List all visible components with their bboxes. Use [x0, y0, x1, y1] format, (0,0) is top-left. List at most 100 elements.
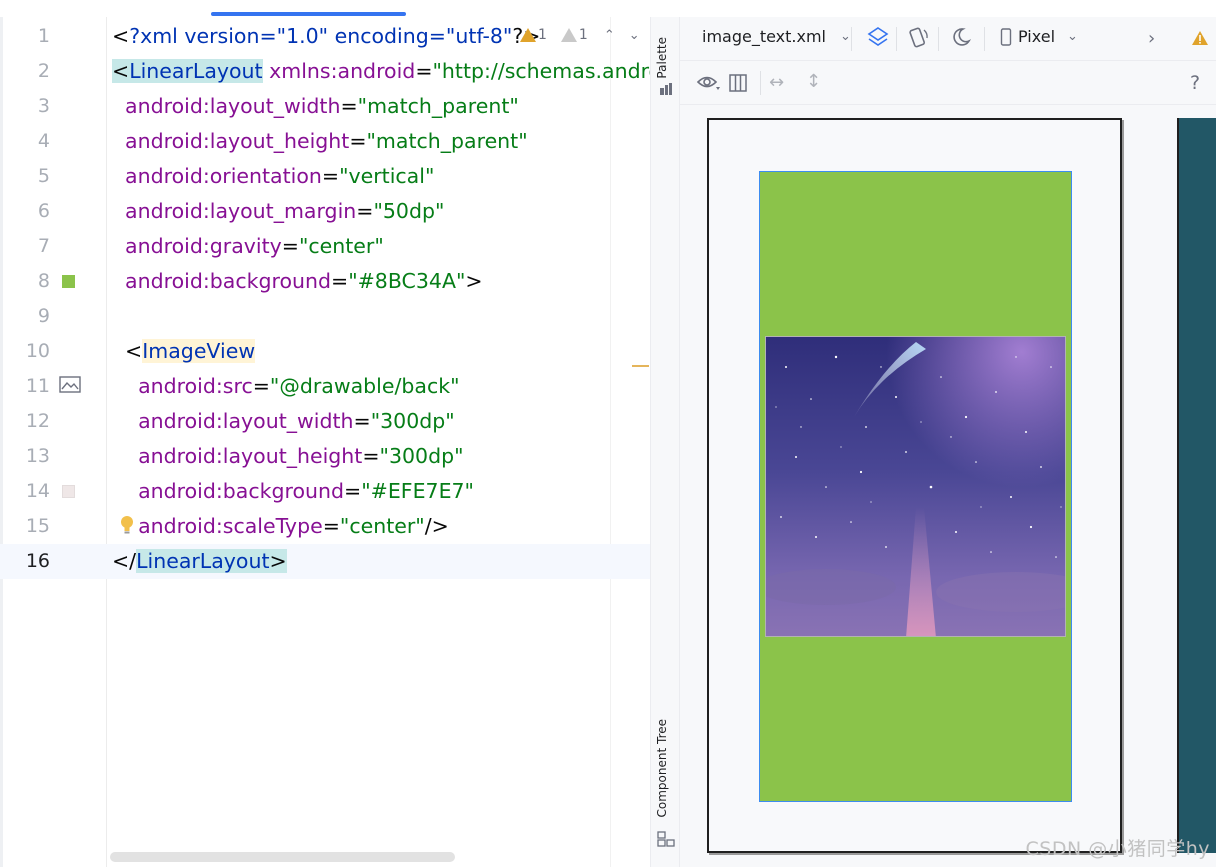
code-text[interactable]: android:layout_width="300dp" [112, 404, 455, 439]
code-token: "center" [298, 234, 384, 258]
code-line[interactable]: 8 android:background="#8BC34A"> [0, 264, 650, 299]
line-number: 11 [25, 375, 50, 397]
code-line[interactable]: 10 <ImageView [0, 334, 650, 369]
code-line[interactable]: 13 android:layout_height="300dp" [0, 439, 650, 474]
code-text[interactable]: android:background="#8BC34A"> [112, 264, 483, 299]
design-surface-button[interactable] [867, 26, 889, 50]
chevron-down-icon[interactable]: ⌄ [629, 28, 640, 43]
code-token: > [465, 269, 483, 293]
editor-tab-fragment[interactable] [460, 0, 490, 4]
line-number: 10 [25, 340, 50, 362]
code-line[interactable]: 6 android:layout_margin="50dp" [0, 194, 650, 229]
warnings-indicator[interactable]: 1 [520, 27, 547, 43]
layout-designer[interactable]: image_text.xml ⌄ Pixel ⌄ › ↔ ↕ ? [680, 17, 1216, 867]
warning-icon[interactable] [1191, 30, 1209, 46]
line-number: 3 [37, 95, 50, 117]
design-canvas[interactable] [680, 106, 1216, 867]
image-view-preview[interactable] [765, 336, 1066, 637]
device-preview[interactable] [707, 118, 1122, 853]
weak-warnings-count: 1 [578, 27, 588, 43]
line-number: 4 [37, 130, 50, 152]
chevron-up-icon[interactable]: ⌃ [604, 28, 615, 43]
code-token: android:layout_width [125, 94, 341, 118]
eye-icon [696, 76, 720, 90]
chevron-down-icon: ⌄ [1067, 29, 1078, 44]
code-line[interactable]: 2 <LinearLayout xmlns:android="http://sch… [0, 54, 650, 89]
component-tree-tab[interactable]: Component Tree [655, 719, 669, 817]
palette-tab[interactable]: Palette [655, 37, 669, 79]
code-text[interactable]: </LinearLayout> [112, 544, 287, 579]
line-number: 16 [25, 550, 50, 572]
code-text[interactable]: <LinearLayout xmlns:android="http://sche… [112, 54, 650, 89]
editor-tab-fragment[interactable] [270, 0, 350, 4]
color-swatch-icon[interactable] [62, 485, 75, 498]
code-text[interactable]: android:layout_height="300dp" [112, 439, 463, 474]
code-editor[interactable]: 1 <?xml version="1.0" encoding="utf-8"?> 2… [0, 0, 650, 867]
editor-tab-strip[interactable] [0, 0, 650, 17]
code-token: android:layout_width [138, 409, 354, 433]
view-options-button[interactable] [696, 73, 720, 91]
horizontal-scrollbar[interactable] [110, 852, 455, 862]
orientation-button[interactable] [906, 26, 930, 50]
code-line[interactable]: 16 </LinearLayout> [0, 544, 650, 579]
code-line[interactable]: 15 android:scaleType="center"/> [0, 509, 650, 544]
palette-icon[interactable] [659, 81, 673, 95]
code-line[interactable]: 9 [0, 299, 650, 334]
palette-label: Palette [655, 37, 669, 79]
chevron-right-icon[interactable]: › [1148, 28, 1155, 49]
code-token: "match_parent" [366, 129, 528, 153]
code-token: android:layout_margin [125, 199, 357, 223]
scrollbar-marker[interactable] [632, 365, 649, 367]
code-token: android:layout_height [125, 129, 350, 153]
horizontal-resize-icon[interactable]: ↔ [769, 72, 784, 93]
component-tree-icon[interactable] [657, 831, 675, 847]
color-swatch-icon[interactable] [62, 275, 75, 288]
code-line[interactable]: 3 android:layout_width="match_parent" [0, 89, 650, 124]
file-selector[interactable]: image_text.xml ⌄ [702, 27, 851, 46]
code-text[interactable]: android:scaleType="center"/> [112, 509, 449, 544]
editor-tab-fragment[interactable] [118, 0, 158, 4]
code-line[interactable]: 4 android:layout_height="match_parent" [0, 124, 650, 159]
code-text[interactable]: <ImageView [112, 334, 256, 369]
linear-layout-preview[interactable] [759, 171, 1072, 802]
code-line[interactable]: 5 android:orientation="vertical" [0, 159, 650, 194]
code-line[interactable]: 14 android:background="#EFE7E7" [0, 474, 650, 509]
device-selector[interactable]: Pixel ⌄ [1000, 27, 1078, 46]
code-token: = [331, 269, 349, 293]
line-number: 5 [37, 165, 50, 187]
code-text[interactable]: <?xml version="1.0" encoding="utf-8"?> [112, 19, 540, 54]
code-text[interactable]: android:background="#EFE7E7" [112, 474, 474, 509]
code-token: = [349, 129, 367, 153]
code-text[interactable]: android:src="@drawable/back" [112, 369, 459, 404]
lightbulb-icon[interactable] [120, 515, 134, 535]
code-token: </ [112, 549, 137, 573]
code-text[interactable]: android:gravity="center" [112, 229, 384, 264]
weak-warnings-indicator[interactable]: 1 [560, 27, 588, 43]
active-tab-indicator [211, 12, 406, 16]
code-line[interactable]: 11 android:src="@drawable/back" [0, 369, 650, 404]
code-line[interactable]: 12 android:layout_width="300dp" [0, 404, 650, 439]
secondary-device-preview[interactable] [1177, 118, 1216, 853]
code-token: < [125, 339, 143, 363]
code-text[interactable]: android:layout_width="match_parent" [112, 89, 519, 124]
blueprint-toggle-button[interactable] [728, 73, 748, 93]
vertical-resize-icon[interactable]: ↕ [806, 71, 821, 92]
line-number: 7 [37, 235, 50, 257]
code-text[interactable]: android:layout_height="match_parent" [112, 124, 528, 159]
designer-toolbar: image_text.xml ⌄ Pixel ⌄ › [680, 17, 1216, 61]
file-name: image_text.xml [702, 27, 826, 46]
code-token: "match_parent" [357, 94, 519, 118]
code-text[interactable]: android:orientation="vertical" [112, 159, 434, 194]
code-token: = [344, 479, 362, 503]
night-mode-button[interactable] [950, 26, 972, 48]
code-line[interactable]: 7 android:gravity="center" [0, 229, 650, 264]
code-text[interactable]: android:layout_margin="50dp" [112, 194, 444, 229]
help-icon[interactable]: ? [1190, 72, 1200, 94]
inspection-widget[interactable]: 1 1 ⌃ ⌄ [520, 20, 640, 50]
code-token: xmlns:android [269, 59, 416, 83]
image-preview-icon[interactable] [59, 376, 81, 393]
